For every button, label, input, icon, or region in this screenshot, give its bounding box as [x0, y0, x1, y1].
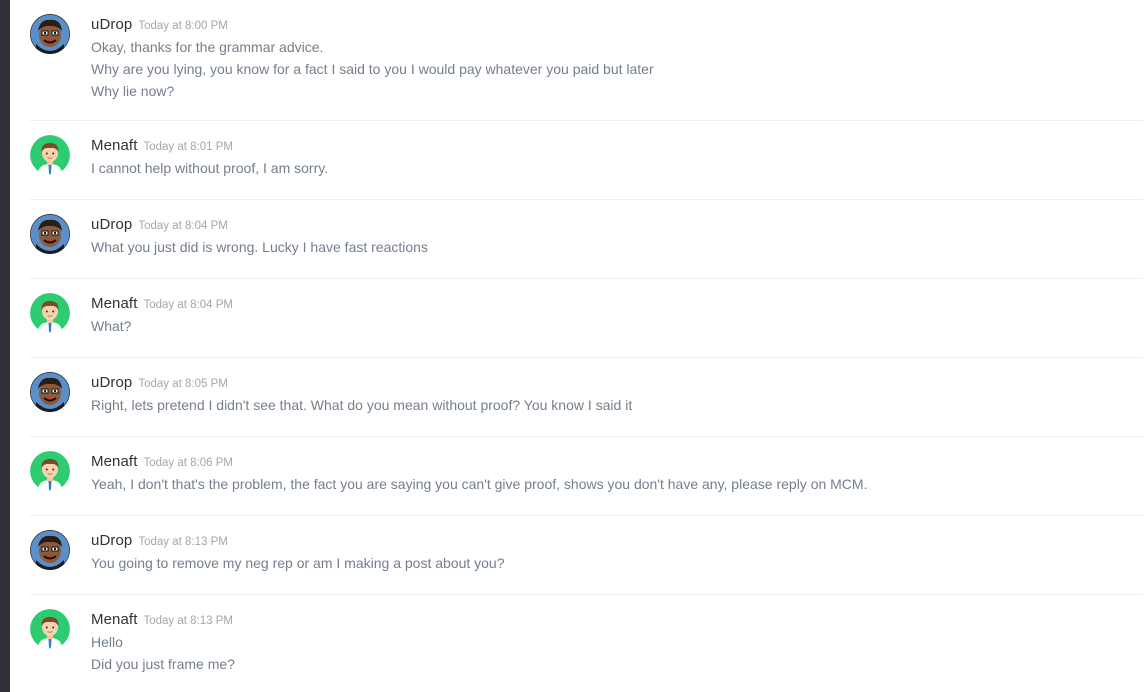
message-line: Why are you lying, you know for a fact I…	[91, 61, 654, 77]
message-line: Yeah, I don't that's the problem, the fa…	[91, 476, 868, 492]
message-group: Menaft Today at 8:01 PM I cannot help with…	[30, 121, 1143, 200]
timestamp: Today at 8:13 PM	[138, 536, 228, 548]
message-group: uDrop Today at 8:05 PM Right, lets pretend…	[30, 358, 1143, 437]
message-group: Menaft Today at 8:13 PM Hello Did you just …	[30, 595, 1143, 692]
timestamp: Today at 8:13 PM	[143, 615, 233, 627]
udrop-avatar[interactable]	[30, 530, 70, 570]
udrop-avatar[interactable]	[30, 214, 70, 254]
username[interactable]: uDrop	[91, 374, 132, 391]
chat-messages: uDrop Today at 8:00 PM Okay, thanks for th…	[10, 0, 1145, 692]
sidebar-edge	[0, 0, 10, 692]
timestamp: Today at 8:01 PM	[143, 141, 233, 153]
udrop-avatar[interactable]	[30, 372, 70, 412]
message-content: I cannot help without proof, I am sorry.	[91, 157, 328, 179]
message-group: Menaft Today at 8:04 PM What?	[30, 279, 1143, 358]
message-group: uDrop Today at 8:00 PM Okay, thanks for th…	[30, 0, 1143, 121]
message-group: Menaft Today at 8:06 PM Yeah, I don't that…	[30, 437, 1143, 516]
username[interactable]: Menaft	[91, 453, 137, 470]
message-content: Right, lets pretend I didn't see that. W…	[91, 394, 632, 416]
message-line: Okay, thanks for the grammar advice.	[91, 39, 324, 55]
message-line: Did you just frame me?	[91, 656, 235, 672]
username[interactable]: uDrop	[91, 532, 132, 549]
message-line: I cannot help without proof, I am sorry.	[91, 160, 329, 176]
menaft-avatar[interactable]	[30, 293, 70, 333]
message-header: uDrop Today at 8:05 PM	[91, 374, 228, 392]
timestamp: Today at 8:04 PM	[143, 299, 233, 311]
message-header: uDrop Today at 8:00 PM	[91, 16, 228, 34]
message-line: Why lie now?	[91, 83, 175, 99]
timestamp: Today at 8:00 PM	[138, 20, 228, 32]
username[interactable]: Menaft	[91, 611, 137, 628]
udrop-avatar[interactable]	[30, 14, 70, 54]
menaft-avatar[interactable]	[30, 609, 70, 649]
menaft-avatar[interactable]	[30, 451, 70, 491]
message-header: Menaft Today at 8:06 PM	[91, 453, 233, 471]
message-header: uDrop Today at 8:04 PM	[91, 216, 228, 234]
message-content: Hello Did you just frame me?	[91, 631, 235, 675]
message-line: Right, lets pretend I didn't see that. W…	[91, 397, 633, 413]
timestamp: Today at 8:06 PM	[143, 457, 233, 469]
message-line: You going to remove my neg rep or am I m…	[91, 555, 505, 571]
message-content: Okay, thanks for the grammar advice. Why …	[91, 36, 654, 102]
message-header: Menaft Today at 8:04 PM	[91, 295, 233, 313]
message-content: What?	[91, 315, 131, 337]
username[interactable]: uDrop	[91, 216, 132, 233]
message-group: uDrop Today at 8:13 PM You going to remove…	[30, 516, 1143, 595]
message-header: Menaft Today at 8:01 PM	[91, 137, 233, 155]
message-content: Yeah, I don't that's the problem, the fa…	[91, 473, 867, 495]
username[interactable]: uDrop	[91, 16, 132, 33]
message-header: uDrop Today at 8:13 PM	[91, 532, 228, 550]
message-line: What you just did is wrong. Lucky I have…	[91, 239, 428, 255]
message-group: uDrop Today at 8:04 PM What you just did i…	[30, 200, 1143, 279]
timestamp: Today at 8:04 PM	[138, 220, 228, 232]
username[interactable]: Menaft	[91, 137, 137, 154]
username[interactable]: Menaft	[91, 295, 137, 312]
message-content: You going to remove my neg rep or am I m…	[91, 552, 505, 574]
message-content: What you just did is wrong. Lucky I have…	[91, 236, 428, 258]
message-line: Hello	[91, 634, 123, 650]
timestamp: Today at 8:05 PM	[138, 378, 228, 390]
message-header: Menaft Today at 8:13 PM	[91, 611, 233, 629]
menaft-avatar[interactable]	[30, 135, 70, 175]
message-line: What?	[91, 318, 132, 334]
